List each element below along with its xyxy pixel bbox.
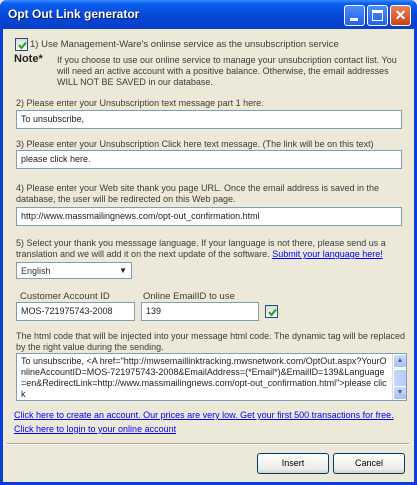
close-icon: ✕ <box>394 7 407 23</box>
language-select-value: English <box>21 266 51 276</box>
divider <box>7 443 409 445</box>
vertical-scrollbar[interactable]: ▲ ▼ <box>392 354 406 400</box>
account-id-label: Customer Account ID <box>20 291 110 302</box>
language-select[interactable]: English ▼ <box>16 262 132 279</box>
html-code-textarea[interactable]: To unsubscribe, <A href="http://mwsemail… <box>16 353 407 401</box>
submit-language-link[interactable]: Submit your language here! <box>272 249 383 259</box>
minimize-button[interactable] <box>344 5 365 26</box>
insert-button[interactable]: Insert <box>257 453 329 474</box>
scroll-down-icon[interactable]: ▼ <box>393 386 406 400</box>
dialog-body: 1) Use Management-Ware's onlinse service… <box>3 29 414 482</box>
cancel-button[interactable]: Cancel <box>333 453 405 474</box>
maximize-icon <box>372 10 383 21</box>
scroll-thumb[interactable] <box>393 369 406 387</box>
html-code-label: The html code that will be injected into… <box>16 331 406 352</box>
login-link[interactable]: Click here to login to your online accou… <box>14 424 176 435</box>
close-button[interactable]: ✕ <box>390 5 411 26</box>
step2-label: 2) Please enter your Unsubscription text… <box>16 98 264 108</box>
chevron-down-icon: ▼ <box>119 266 127 275</box>
step3-label: 3) Please enter your Unsubscription Clic… <box>16 139 374 149</box>
minimize-icon <box>350 18 358 21</box>
email-id-input[interactable]: 139 <box>141 302 259 321</box>
maximize-button[interactable] <box>367 5 388 26</box>
thank-you-url-input[interactable]: http://www.massmailingnews.com/opt-out_c… <box>16 207 402 226</box>
title-bar[interactable]: Opt Out Link generator ✕ <box>0 0 417 29</box>
create-account-link[interactable]: Click here to create an account. Our pri… <box>14 410 394 421</box>
email-id-checkbox[interactable] <box>265 305 278 318</box>
html-code-text: To unsubscribe, <A href="http://mwsemail… <box>21 356 387 399</box>
window-title: Opt Out Link generator <box>8 7 140 21</box>
checkmark-icon <box>18 41 27 50</box>
use-online-service-label: 1) Use Management-Ware's onlinse service… <box>30 39 339 50</box>
use-online-service-checkbox[interactable] <box>15 38 28 51</box>
message-part1-input[interactable]: To unsubscribe, <box>16 110 402 129</box>
note-label: Note* <box>14 53 43 65</box>
email-id-label: Online EmailID to use <box>143 291 235 302</box>
dialog-window: Opt Out Link generator ✕ 1) Use Manageme… <box>0 0 417 485</box>
step5-label: 5) Select your thank you messsage langua… <box>16 238 408 260</box>
note-text: If you choose to use our online service … <box>57 55 397 87</box>
account-id-input[interactable]: MOS-721975743-2008 <box>16 302 135 321</box>
click-here-text-input[interactable]: please click here. <box>16 150 402 169</box>
scroll-up-icon[interactable]: ▲ <box>393 354 406 368</box>
step4-label: 4) Please enter your Web site thank you … <box>16 183 380 204</box>
checkmark-icon <box>268 308 277 317</box>
